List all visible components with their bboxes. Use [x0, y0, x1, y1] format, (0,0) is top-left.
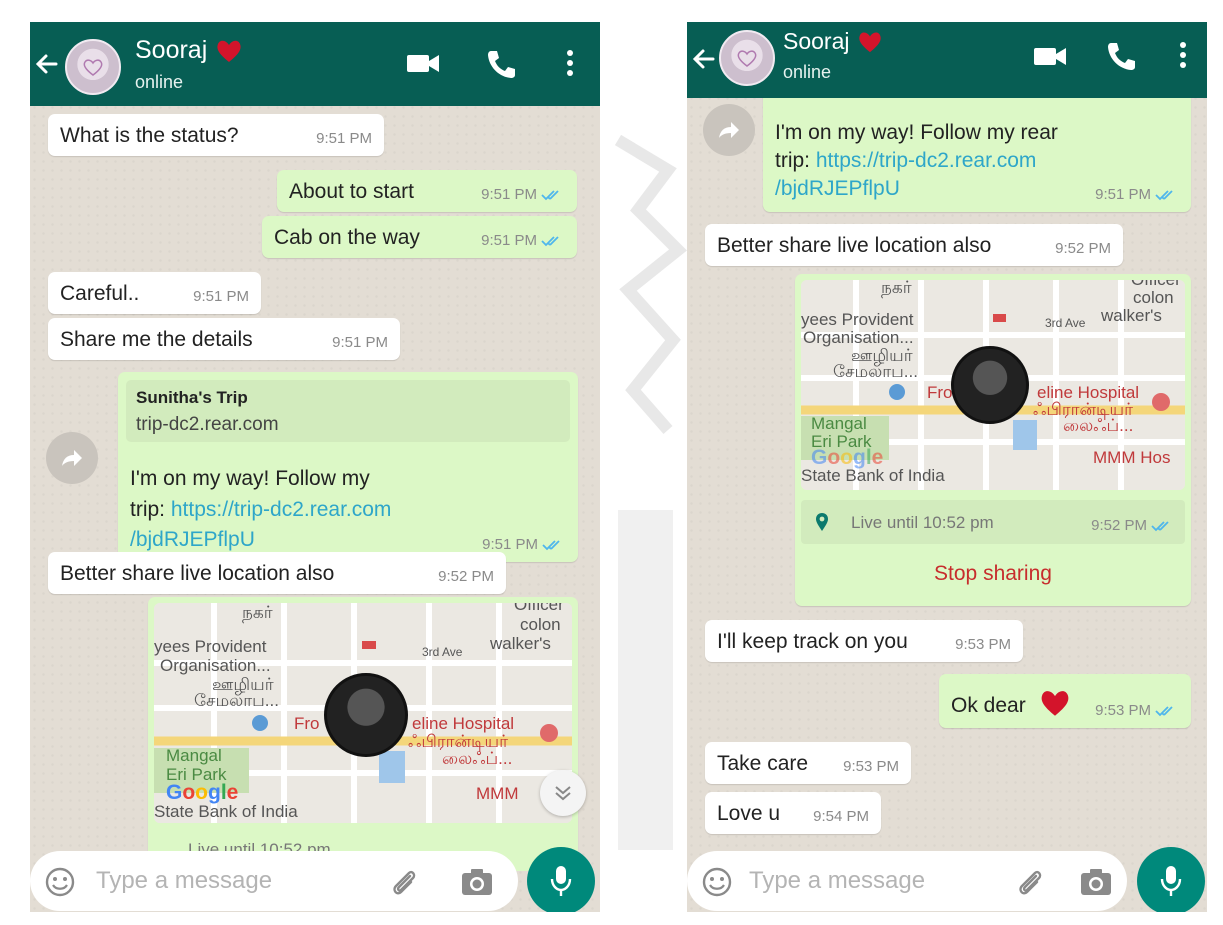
message-incoming[interactable]: Take care 9:53 PM [705, 742, 911, 784]
message-outgoing-link[interactable]: Sunitha's Trip trip-dc2.rear.com I'm on … [118, 372, 578, 562]
video-call-icon[interactable] [1032, 41, 1068, 71]
forward-icon[interactable] [46, 432, 98, 484]
voice-call-icon[interactable] [485, 48, 517, 80]
message-outgoing[interactable]: Cab on the way 9:51 PM [262, 216, 577, 258]
emoji-icon[interactable] [701, 866, 733, 898]
heart-avatar-icon [737, 50, 757, 67]
live-location-bar: Live until 10:52 pm 9:52 PM [801, 500, 1185, 544]
message-incoming[interactable]: What is the status? 9:51 PM [48, 114, 384, 156]
double-chevron-down-icon [555, 786, 571, 801]
message-incoming[interactable]: Love u 9:54 PM [705, 792, 881, 834]
google-logo: Google [166, 781, 239, 804]
message-incoming[interactable]: Better share live location also 9:52 PM [48, 552, 506, 594]
scroll-down-button[interactable] [540, 770, 586, 816]
attach-icon[interactable] [1013, 866, 1047, 900]
read-ticks-icon [1155, 705, 1173, 716]
chat-header: Sooraj online [687, 22, 1207, 98]
chat-header: Sooraj online [30, 22, 600, 106]
contact-name[interactable]: Sooraj [135, 36, 243, 65]
trip-link-continued[interactable]: /bjdRJEPflpU [775, 174, 900, 204]
contact-name[interactable]: Sooraj [783, 28, 883, 55]
video-call-icon[interactable] [405, 48, 441, 78]
more-options-icon[interactable] [560, 48, 580, 80]
sharer-avatar [324, 673, 408, 757]
read-ticks-icon [1155, 189, 1173, 200]
link-preview[interactable]: Sunitha's Trip trip-dc2.rear.com [126, 380, 570, 442]
stop-sharing-button[interactable]: Stop sharing [795, 562, 1191, 586]
live-location-map[interactable]: நகர் yees Provident Organisation... ஊழிய… [801, 280, 1185, 490]
background-watermark [614, 134, 687, 850]
more-options-icon[interactable] [1173, 40, 1193, 72]
trip-link-continued[interactable]: /bjdRJEPflpU [130, 525, 255, 555]
voice-call-icon[interactable] [1105, 40, 1137, 72]
back-arrow-icon[interactable] [687, 42, 721, 76]
trip-link[interactable]: https://trip-dc2.rear.com [171, 498, 392, 521]
message-incoming[interactable]: Careful.. 9:51 PM [48, 272, 261, 314]
contact-status: online [135, 72, 184, 92]
chat-screen-left: Sooraj online What is the status? 9:51 P… [30, 22, 600, 912]
read-ticks-icon [542, 539, 560, 550]
live-location-message[interactable]: நகர் yees Provident Organisation... ஊழிய… [148, 597, 578, 871]
trip-link[interactable]: https://trip-dc2.rear.com [816, 149, 1037, 172]
red-heart-icon [217, 40, 241, 62]
live-location-map[interactable]: நகர் yees Provident Organisation... ஊழிய… [154, 603, 572, 823]
message-composer: Type a message [687, 851, 1127, 911]
camera-icon[interactable] [1079, 866, 1113, 898]
message-input[interactable]: Type a message [96, 867, 272, 895]
google-logo: Google [811, 446, 884, 469]
message-incoming[interactable]: Share me the details 9:51 PM [48, 318, 400, 360]
message-incoming[interactable]: I'll keep track on you 9:53 PM [705, 620, 1023, 662]
contact-avatar[interactable] [719, 30, 775, 86]
location-pin-icon [816, 513, 828, 531]
message-outgoing[interactable]: About to start 9:51 PM [277, 170, 577, 212]
read-ticks-icon [541, 189, 559, 200]
heart-avatar-icon [83, 59, 103, 76]
back-arrow-icon[interactable] [30, 47, 64, 81]
chat-screen-right: Sooraj online I'm on my way! Follow my r… [687, 22, 1207, 912]
read-ticks-icon [541, 235, 559, 246]
camera-icon[interactable] [460, 866, 494, 898]
message-incoming[interactable]: Better share live location also 9:52 PM [705, 224, 1123, 266]
voice-record-button[interactable] [527, 847, 595, 912]
message-outgoing-link[interactable]: I'm on my way! Follow my rear trip: http… [763, 92, 1191, 212]
live-location-message[interactable]: நகர் yees Provident Organisation... ஊழிய… [795, 274, 1191, 606]
message-composer: Type a message [30, 851, 518, 911]
microphone-icon [550, 866, 572, 896]
forward-icon[interactable] [703, 104, 755, 156]
sharer-avatar [951, 346, 1029, 424]
contact-avatar[interactable] [65, 39, 121, 95]
message-outgoing[interactable]: Ok dear 9:53 PM [939, 674, 1191, 728]
emoji-icon[interactable] [44, 866, 76, 898]
message-input[interactable]: Type a message [749, 867, 925, 895]
red-heart-icon [859, 32, 882, 52]
ok-dear-text: Ok dear [951, 688, 1072, 718]
contact-status: online [783, 62, 832, 82]
attach-icon[interactable] [387, 866, 421, 900]
read-ticks-icon [1151, 520, 1169, 531]
voice-record-button[interactable] [1137, 847, 1205, 912]
red-heart-icon [1041, 691, 1068, 716]
microphone-icon [1160, 866, 1182, 896]
